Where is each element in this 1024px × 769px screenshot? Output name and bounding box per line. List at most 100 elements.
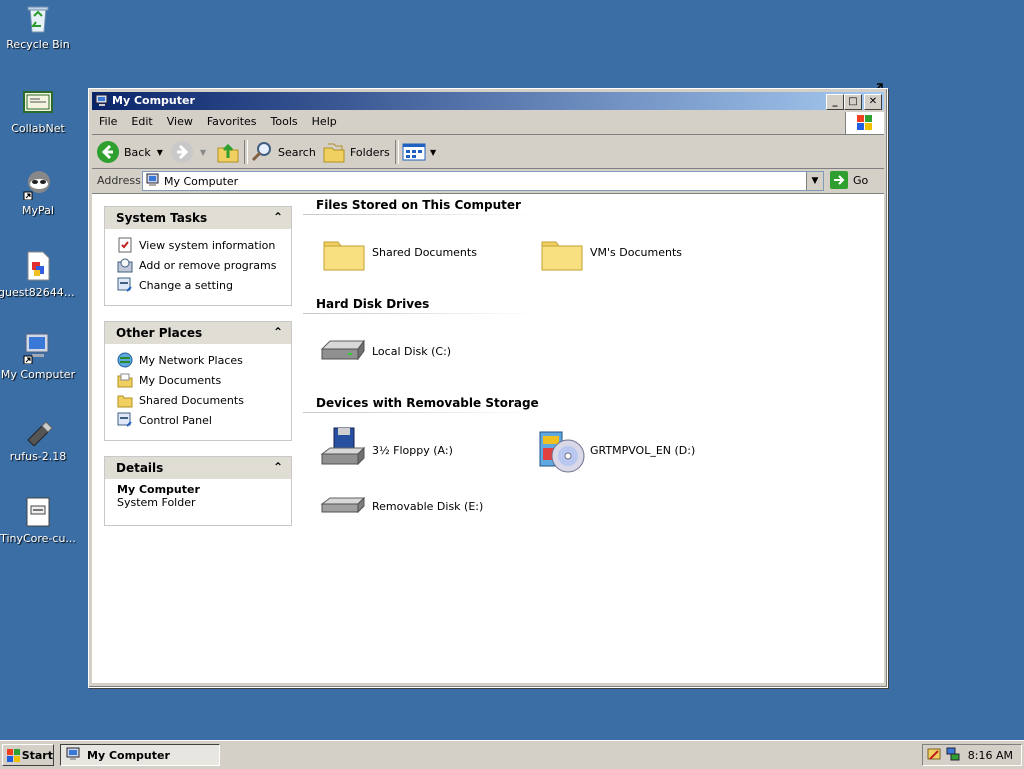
menu-view[interactable]: View xyxy=(160,112,200,131)
change-setting-link[interactable]: Change a setting xyxy=(117,275,291,295)
item-label: 3½ Floppy (A:) xyxy=(372,443,453,457)
link-label: View system information xyxy=(139,238,276,252)
panel-title: Details xyxy=(116,461,164,475)
add-remove-icon xyxy=(117,257,133,273)
views-dropdown-icon[interactable]: ▼ xyxy=(430,148,436,157)
folder-icon xyxy=(538,228,586,276)
my-documents-icon xyxy=(117,372,133,388)
tray-network-icon[interactable] xyxy=(945,746,961,765)
system-tray: 8:16 AM xyxy=(922,744,1022,766)
menu-tools[interactable]: Tools xyxy=(264,112,305,131)
disk-image-icon xyxy=(22,496,54,528)
search-button[interactable]: Search xyxy=(250,139,316,165)
removable-disk-icon xyxy=(320,482,368,530)
close-button[interactable]: ✕ xyxy=(864,94,882,110)
details-header[interactable]: Details ⌃ xyxy=(105,457,291,479)
details-panel: Details ⌃ My Computer System Folder xyxy=(104,456,292,526)
tray-security-icon[interactable] xyxy=(927,746,943,765)
removable-disk-e-item[interactable]: Removable Disk (E:) xyxy=(320,482,483,530)
system-tasks-header[interactable]: System Tasks ⌃ xyxy=(105,207,291,229)
floppy-a-item[interactable]: 3½ Floppy (A:) xyxy=(320,426,453,474)
collapse-chevron-icon[interactable]: ⌃ xyxy=(273,460,283,474)
go-button[interactable]: Go xyxy=(830,171,878,189)
desktop-icon-label: guest82644-... xyxy=(0,286,78,299)
menu-file[interactable]: File xyxy=(92,112,124,131)
forward-dropdown-icon[interactable]: ▼ xyxy=(200,148,206,157)
windows-logo-icon xyxy=(7,749,20,762)
vms-documents-item[interactable]: VM's Documents xyxy=(538,228,682,276)
address-bar: Address My Computer ▼ Go xyxy=(92,170,884,192)
certificate-icon xyxy=(22,86,54,118)
forward-arrow-icon xyxy=(171,141,193,163)
local-disk-c-item[interactable]: Local Disk (C:) xyxy=(320,327,451,375)
control-panel-link[interactable]: Control Panel xyxy=(117,410,291,430)
desktop-icon-my-computer[interactable]: My Computer xyxy=(0,332,78,381)
taskbar-item-my-computer[interactable]: My Computer xyxy=(60,744,220,766)
cd-drive-icon xyxy=(538,426,586,474)
item-label: Removable Disk (E:) xyxy=(372,499,484,513)
item-label: Local Disk (C:) xyxy=(372,344,452,358)
clock: 8:16 AM xyxy=(967,749,1013,762)
collapse-chevron-icon[interactable]: ⌃ xyxy=(273,325,283,339)
desktop-icon-recycle-bin[interactable]: Recycle Bin xyxy=(0,2,78,51)
add-remove-programs-link[interactable]: Add or remove programs xyxy=(117,255,291,275)
my-documents-link[interactable]: My Documents xyxy=(117,370,291,390)
back-arrow-icon xyxy=(97,141,119,163)
task-label: My Computer xyxy=(87,748,170,762)
title-bar[interactable]: My Computer _ □ ✕ xyxy=(92,92,884,110)
menu-favorites[interactable]: Favorites xyxy=(200,112,264,131)
back-dropdown-icon[interactable]: ▼ xyxy=(157,148,163,157)
desktop-icon-rufus[interactable]: rufus-2.18 xyxy=(0,414,78,463)
group-title-removable: Devices with Removable Storage xyxy=(316,396,539,410)
my-network-places-link[interactable]: My Network Places xyxy=(117,350,291,370)
link-label: Shared Documents xyxy=(139,393,244,407)
taskbar: Start My Computer 8:16 AM xyxy=(0,740,1024,769)
search-label: Search xyxy=(278,145,316,159)
maximize-button[interactable]: □ xyxy=(844,94,862,110)
shared-documents-item[interactable]: Shared Documents xyxy=(320,228,477,276)
document-icon xyxy=(22,250,54,282)
control-panel-icon xyxy=(117,277,133,293)
computer-icon xyxy=(66,747,80,760)
hard-disk-icon xyxy=(320,327,368,375)
cd-drive-d-item[interactable]: GRTMPVOL_EN (D:) xyxy=(538,426,695,474)
views-button[interactable]: ▼ xyxy=(402,139,436,165)
address-dropdown-button[interactable]: ▼ xyxy=(806,172,823,190)
menu-edit[interactable]: Edit xyxy=(124,112,159,131)
details-type: System Folder xyxy=(117,496,196,509)
desktop-icon-guest-file[interactable]: guest82644-... xyxy=(0,250,78,299)
desktop-icon-mypal[interactable]: MyPal xyxy=(0,168,78,217)
desktop-icon-tinycore[interactable]: TinyCore-cu... xyxy=(0,496,78,545)
window-title: My Computer xyxy=(112,94,195,107)
usb-drive-icon xyxy=(22,414,54,447)
address-value: My Computer xyxy=(164,175,239,188)
panel-title: System Tasks xyxy=(116,211,208,225)
shared-documents-link[interactable]: Shared Documents xyxy=(117,390,291,410)
start-button[interactable]: Start xyxy=(2,744,54,766)
up-folder-icon xyxy=(217,143,239,163)
go-label: Go xyxy=(853,173,869,187)
address-label: Address xyxy=(97,174,141,187)
other-places-header[interactable]: Other Places ⌃ xyxy=(105,322,291,344)
view-system-info-link[interactable]: View system information xyxy=(117,235,291,255)
toolbar: Back ▼ ▼ Search Folders ▼ xyxy=(92,136,884,169)
desktop-icon-label: MyPal xyxy=(22,204,54,217)
minimize-button[interactable]: _ xyxy=(826,94,844,110)
desktop-icon-collabnet[interactable]: CollabNet xyxy=(0,86,78,135)
search-icon xyxy=(251,142,271,162)
group-divider xyxy=(303,214,538,215)
desktop-icon-label: TinyCore-cu... xyxy=(0,532,76,545)
address-input[interactable]: My Computer ▼ xyxy=(142,171,824,191)
computer-icon xyxy=(95,94,109,108)
back-button[interactable]: Back ▼ xyxy=(96,139,163,165)
link-label: My Documents xyxy=(139,373,222,387)
folders-button[interactable]: Folders xyxy=(322,139,390,165)
other-places-panel: Other Places ⌃ My Network Places My Docu… xyxy=(104,321,292,441)
forward-button[interactable]: ▼ xyxy=(170,139,206,165)
collapse-chevron-icon[interactable]: ⌃ xyxy=(273,210,283,224)
menu-help[interactable]: Help xyxy=(305,112,344,131)
up-folder-button[interactable] xyxy=(216,139,244,165)
panel-title: Other Places xyxy=(116,326,203,340)
my-computer-window: My Computer _ □ ✕ File Edit View Favorites Too… xyxy=(88,88,888,688)
go-arrow-icon xyxy=(830,171,848,189)
